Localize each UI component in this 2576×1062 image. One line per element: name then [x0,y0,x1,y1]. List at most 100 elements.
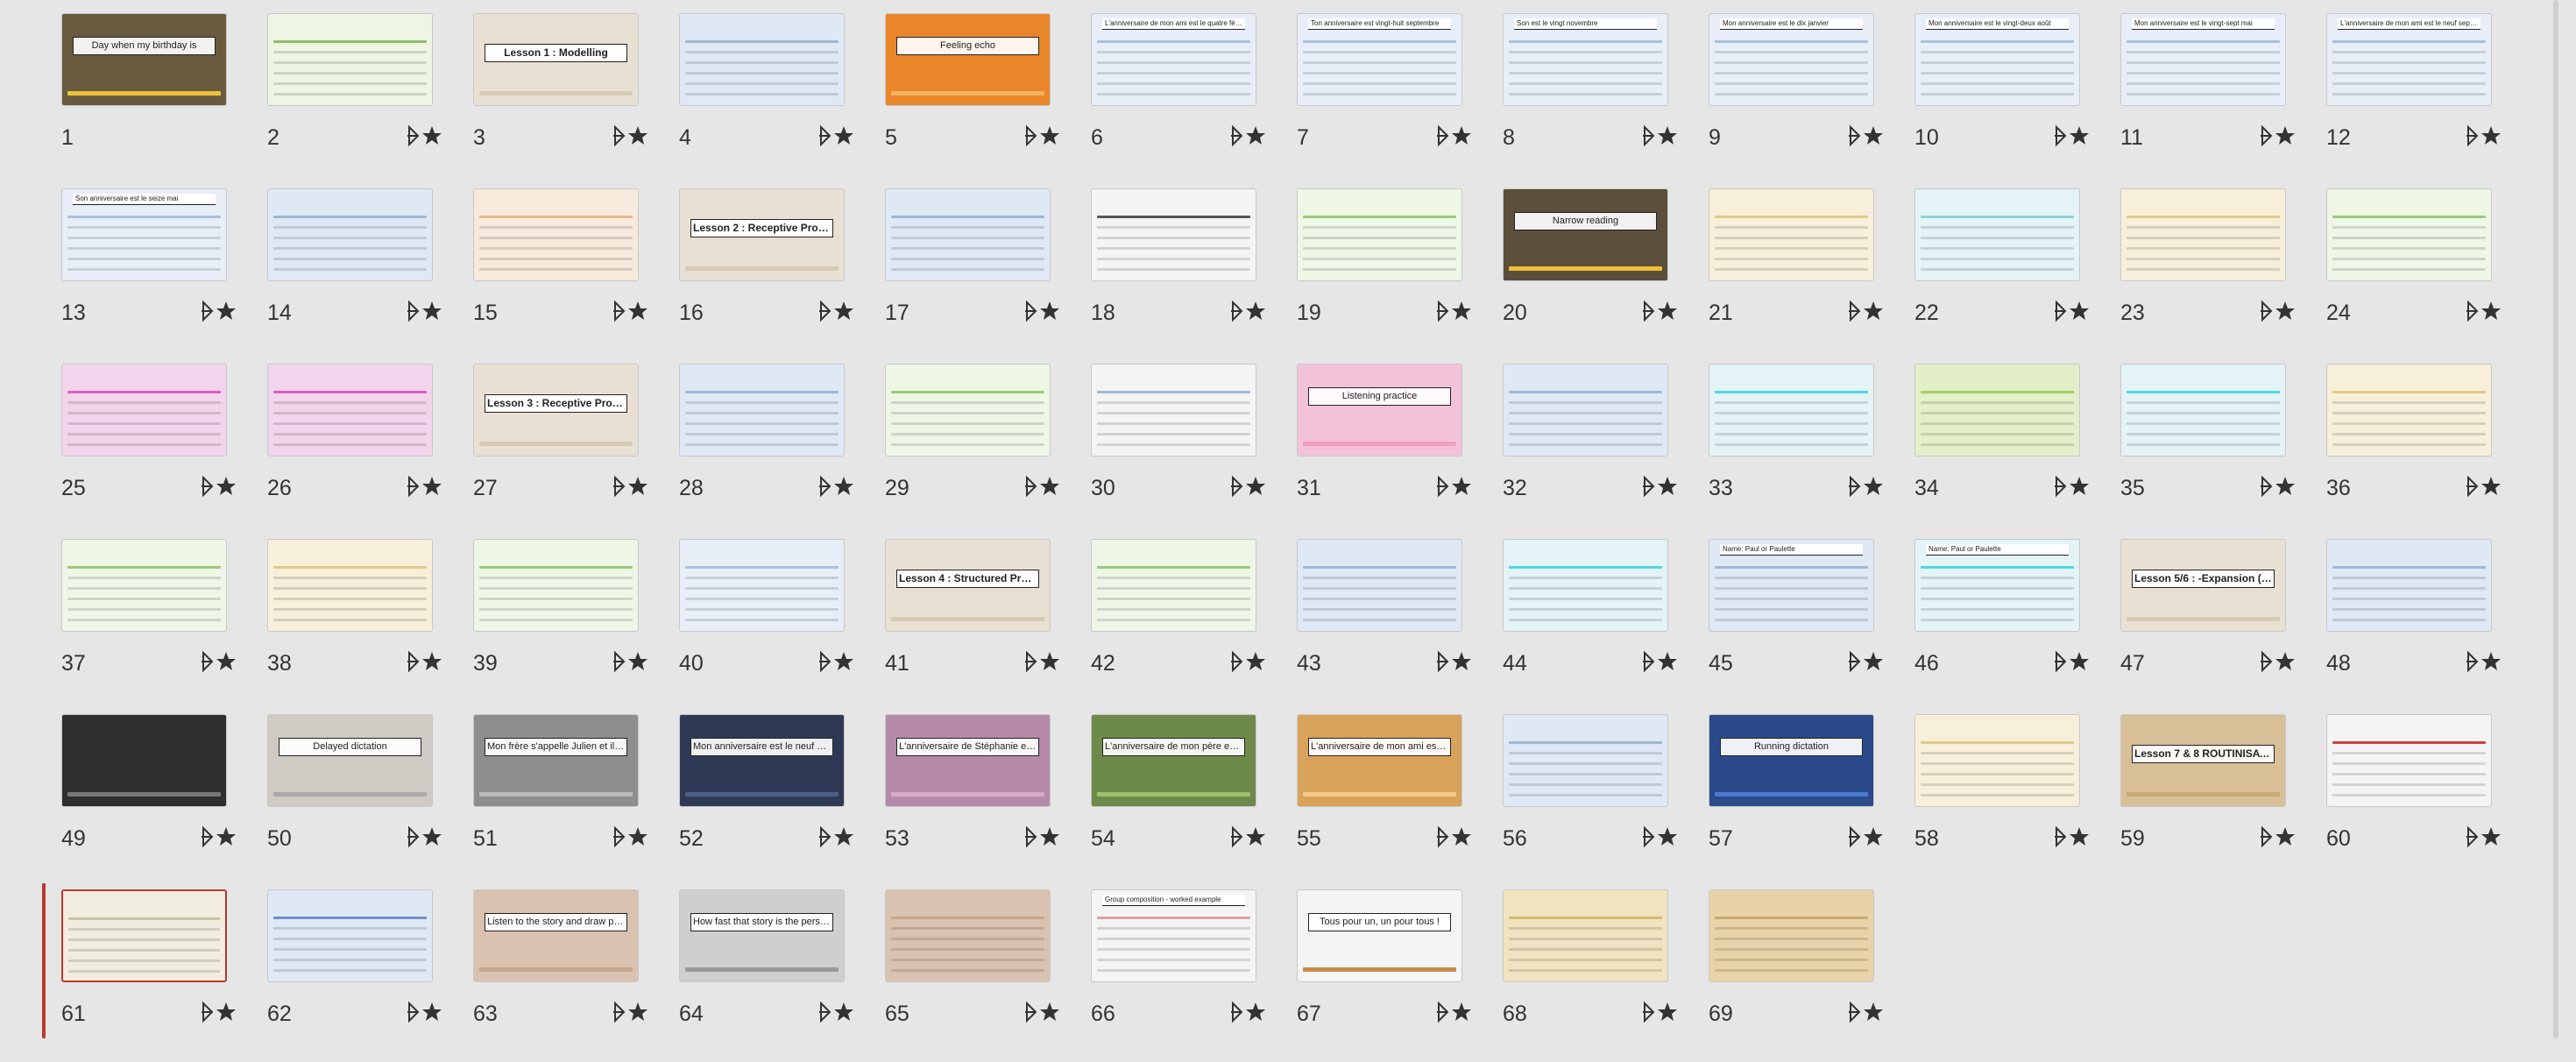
transition-star-icon[interactable] [1433,1000,1472,1024]
slide-thumbnail-9[interactable]: Mon anniversaire est le dix janvier 9 [1709,13,1884,180]
transition-star-icon[interactable] [816,1000,854,1024]
slide-preview[interactable] [61,539,227,632]
slide-thumbnail-58[interactable]: 58 [1914,714,2090,881]
slide-thumbnail-29[interactable]: 29 [885,364,1060,530]
transition-star-icon[interactable] [1228,649,1266,674]
transition-star-icon[interactable] [198,1000,237,1024]
slide-preview[interactable] [2120,364,2286,457]
slide-preview[interactable]: Delayed dictation [267,714,433,807]
slide-preview[interactable]: Lesson 1 : Modelling [473,13,639,106]
slide-thumbnail-45[interactable]: Name: Paul or Paulette 45 [1709,539,1884,705]
slide-thumbnail-27[interactable]: Lesson 3 : Receptive Processing 27 [473,364,648,530]
transition-star-icon[interactable] [610,474,648,499]
slide-preview[interactable]: Mon anniversaire est le vingt-deux août [1914,13,2080,106]
transition-star-icon[interactable] [1022,299,1060,323]
slide-preview[interactable]: Mon frère s'appelle Julien et il a quinz… [473,714,639,807]
transition-star-icon[interactable] [1433,474,1472,499]
transition-star-icon[interactable] [610,1000,648,1024]
slide-preview[interactable] [61,364,227,457]
slide-preview[interactable] [267,889,433,982]
slide-thumbnail-40[interactable]: 40 [679,539,854,705]
transition-star-icon[interactable] [816,649,854,674]
slide-thumbnail-2[interactable]: 2 [267,13,442,180]
slide-thumbnail-47[interactable]: Lesson 5/6 : -Expansion (Grammar tasks) … [2120,539,2296,705]
transition-star-icon[interactable] [2463,124,2502,148]
slide-thumbnail-51[interactable]: Mon frère s'appelle Julien et il a quinz… [473,714,648,881]
transition-star-icon[interactable] [1639,299,1678,323]
transition-star-icon[interactable] [404,474,442,499]
slide-preview[interactable] [885,188,1051,281]
slide-thumbnail-48[interactable]: 48 [2326,539,2502,705]
transition-star-icon[interactable] [1845,649,1884,674]
slide-preview[interactable] [2120,188,2286,281]
transition-star-icon[interactable] [2463,299,2502,323]
slide-preview[interactable]: Feeling echo [885,13,1051,106]
transition-star-icon[interactable] [404,299,442,323]
slide-preview[interactable]: L'anniversaire de Stéphanie est le dix-s… [885,714,1051,807]
transition-star-icon[interactable] [198,649,237,674]
slide-preview[interactable] [1503,539,1668,632]
slide-preview[interactable]: Ton anniversaire est vingt-huit septembr… [1297,13,1462,106]
slide-thumbnail-56[interactable]: 56 [1503,714,1678,881]
slide-preview[interactable] [679,539,845,632]
slide-preview[interactable] [2326,364,2492,457]
slide-thumbnail-1[interactable]: Day when my birthday is 1 [61,13,237,180]
slide-thumbnail-35[interactable]: 35 [2120,364,2296,530]
slide-thumbnail-19[interactable]: 19 [1297,188,1472,355]
slide-thumbnail-60[interactable]: 60 [2326,714,2502,881]
slide-thumbnail-36[interactable]: 36 [2326,364,2502,530]
transition-star-icon[interactable] [1639,124,1678,148]
transition-star-icon[interactable] [404,124,442,148]
slide-thumbnail-17[interactable]: 17 [885,188,1060,355]
slide-thumbnail-37[interactable]: 37 [61,539,237,705]
slide-preview[interactable]: Narrow reading [1503,188,1668,281]
slide-thumbnail-23[interactable]: 23 [2120,188,2296,355]
slide-preview[interactable]: L'anniversaire de mon père est le trente… [1091,714,1256,807]
transition-star-icon[interactable] [1228,1000,1266,1024]
slide-preview[interactable]: Tous pour un, un pour tous ! [1297,889,1462,982]
transition-star-icon[interactable] [1845,825,1884,849]
slide-preview[interactable]: Listen to the story and draw pictures of… [473,889,639,982]
slide-thumbnail-59[interactable]: Lesson 7 & 8 ROUTINISATION SPONTANEITY 59 [2120,714,2296,881]
slide-thumbnail-49[interactable]: 49 [61,714,237,881]
slide-thumbnail-3[interactable]: Lesson 1 : Modelling 3 [473,13,648,180]
slide-thumbnail-39[interactable]: 39 [473,539,648,705]
transition-star-icon[interactable] [1228,825,1266,849]
slide-thumbnail-62[interactable]: 62 [267,889,442,1056]
transition-star-icon[interactable] [2051,825,2090,849]
transition-star-icon[interactable] [816,825,854,849]
slide-preview[interactable]: L'anniversaire de mon ami est le quatre … [1091,13,1256,106]
slide-preview[interactable] [1914,714,2080,807]
transition-star-icon[interactable] [404,1000,442,1024]
transition-star-icon[interactable] [1022,649,1060,674]
transition-star-icon[interactable] [198,825,237,849]
transition-star-icon[interactable] [1845,1000,1884,1024]
slide-thumbnail-16[interactable]: Lesson 2 : Receptive Processing 16 [679,188,854,355]
transition-star-icon[interactable] [2257,825,2296,849]
slide-preview[interactable] [1503,364,1668,457]
slide-thumbnail-38[interactable]: 38 [267,539,442,705]
slide-thumbnail-43[interactable]: 43 [1297,539,1472,705]
transition-star-icon[interactable] [198,474,237,499]
transition-star-icon[interactable] [1639,649,1678,674]
slide-thumbnail-55[interactable]: L'anniversaire de mon ami est le quatre … [1297,714,1472,881]
slide-preview[interactable] [2326,714,2492,807]
slide-preview[interactable] [267,188,433,281]
slide-thumbnail-50[interactable]: Delayed dictation 50 [267,714,442,881]
slide-preview[interactable]: Mon anniversaire est le neuf août [679,714,845,807]
transition-star-icon[interactable] [2051,649,2090,674]
slide-preview[interactable] [2326,188,2492,281]
transition-star-icon[interactable] [1228,124,1266,148]
slide-thumbnail-15[interactable]: 15 [473,188,648,355]
transition-star-icon[interactable] [1639,1000,1678,1024]
slide-preview[interactable]: Running dictation [1709,714,1874,807]
transition-star-icon[interactable] [816,474,854,499]
slide-thumbnail-18[interactable]: 18 [1091,188,1266,355]
slide-preview[interactable]: Group composition - worked example [1091,889,1256,982]
vertical-scrollbar[interactable] [2550,0,2562,1062]
slide-thumbnail-44[interactable]: 44 [1503,539,1678,705]
slide-thumbnail-21[interactable]: 21 [1709,188,1884,355]
slide-thumbnail-31[interactable]: Listening practice 31 [1297,364,1472,530]
slide-preview[interactable] [1709,889,1874,982]
slide-preview[interactable] [1091,364,1256,457]
